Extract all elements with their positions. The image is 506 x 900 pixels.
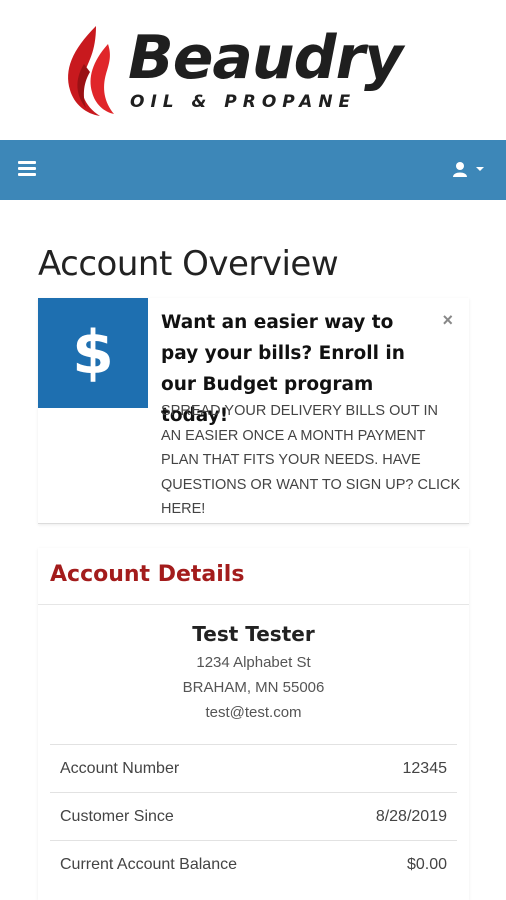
row-value: $0.00 [406, 856, 447, 873]
page-title: Account Overview [38, 244, 339, 284]
customer-address-line2: BRAHAM, MN 55006 [182, 679, 325, 696]
customer-address-line1: 1234 Alphabet St [196, 654, 311, 671]
customer-name: Test Tester [192, 622, 315, 646]
row-value: 12345 [402, 760, 448, 777]
caret-down-icon [476, 167, 484, 171]
budget-promo-card[interactable]: $ Want an easier way to pay your bills? … [38, 298, 469, 524]
row-label: Account Number [60, 760, 180, 777]
divider [38, 604, 469, 605]
current-balance-row: Current Account Balance $0.00 [50, 840, 457, 888]
user-icon [453, 162, 484, 177]
account-details-heading: Account Details [50, 562, 245, 587]
flame-logo-icon [68, 26, 114, 116]
customer-email: test@test.com [205, 704, 302, 721]
row-value: 8/28/2019 [375, 808, 447, 825]
hamburger-icon[interactable] [18, 161, 36, 177]
dollar-icon: $ [38, 298, 148, 408]
row-label: Current Account Balance [60, 856, 237, 873]
account-details-card: Account Details Test Tester 1234 Alphabe… [38, 548, 469, 900]
customer-since-row: Customer Since 8/28/2019 [50, 792, 457, 840]
row-label: Customer Since [60, 808, 174, 825]
logo-subtitle: OIL & PROPANE [130, 92, 357, 112]
logo-name: Beaudry [128, 23, 403, 93]
user-menu-toggle[interactable] [450, 158, 490, 182]
promo-body-link[interactable]: SPREAD YOUR DELIVERY BILLS OUT IN AN EAS… [161, 399, 461, 522]
close-icon[interactable]: × [442, 310, 453, 331]
header-logo: Beaudry OIL & PROPANE [0, 0, 506, 140]
account-number-row: Account Number 12345 [50, 744, 457, 792]
navbar [0, 140, 506, 200]
